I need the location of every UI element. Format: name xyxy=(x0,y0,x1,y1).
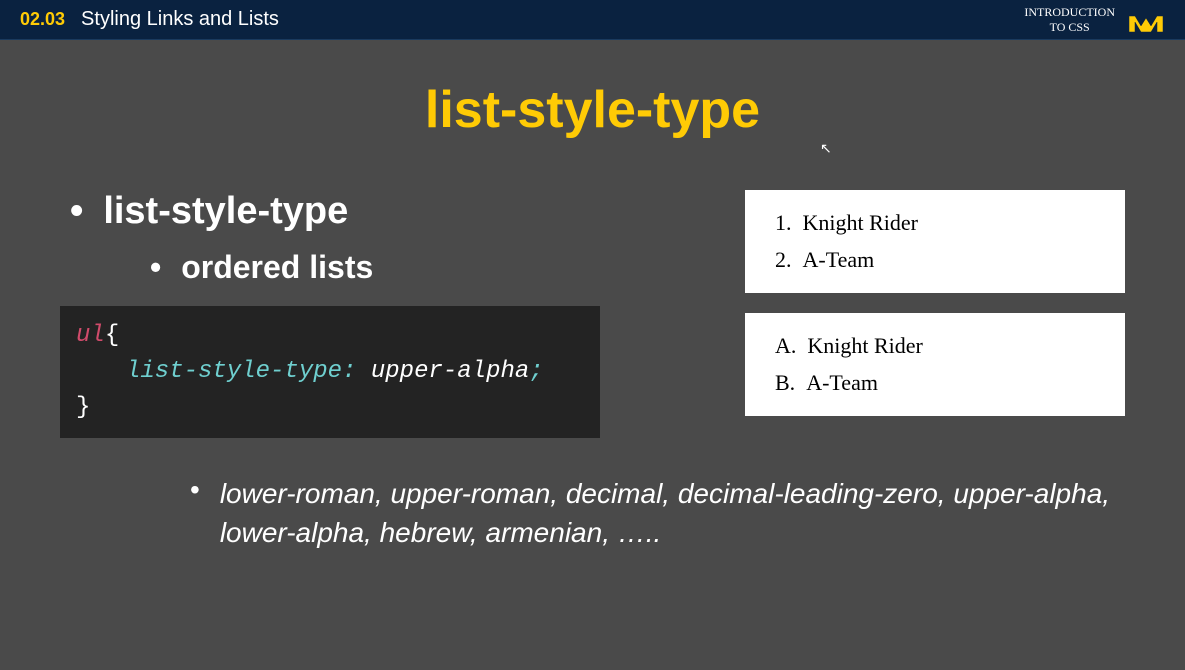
item-text: A-Team xyxy=(806,370,878,395)
list-item: A. Knight Rider xyxy=(775,327,1105,364)
course-line2: TO CSS xyxy=(1024,20,1115,34)
code-block: ul{ list-style-type: upper-alpha; } xyxy=(60,306,600,438)
michigan-logo-icon xyxy=(1127,6,1165,34)
cursor-icon: ↖ xyxy=(820,140,832,157)
code-value: upper-alpha xyxy=(371,358,529,385)
example-decimal: 1. Knight Rider 2. A-Team xyxy=(745,190,1125,293)
item-marker: 2. xyxy=(775,247,792,272)
item-marker: B. xyxy=(775,370,795,395)
slide-title: list-style-type xyxy=(60,80,1125,140)
slide-content: list-style-type list-style-type ordered … xyxy=(0,80,1185,552)
example-upper-alpha: A. Knight Rider B. A-Team xyxy=(745,313,1125,416)
item-text: A-Team xyxy=(803,247,875,272)
item-marker: A. xyxy=(775,333,796,358)
header: 02.03 Styling Links and Lists INTRODUCTI… xyxy=(0,0,1185,40)
code-selector: ul xyxy=(76,322,105,349)
values-row: • lower-roman, upper-roman, decimal, dec… xyxy=(190,474,1125,552)
item-marker: 1. xyxy=(775,210,792,235)
list-item: 2. A-Team xyxy=(775,241,1105,278)
code-brace-open: { xyxy=(105,322,119,349)
code-property: list-style-type: upper-alpha; xyxy=(126,358,544,385)
values-bullet-icon: • xyxy=(190,474,200,506)
course-line1: INTRODUCTION xyxy=(1024,5,1115,19)
item-text: Knight Rider xyxy=(803,210,919,235)
values-text: lower-roman, upper-roman, decimal, decim… xyxy=(220,474,1125,552)
bullet-main-text: list-style-type xyxy=(103,190,348,233)
bullet-sub-text: ordered lists xyxy=(181,249,373,286)
code-brace-close: } xyxy=(76,394,90,421)
item-text: Knight Rider xyxy=(807,333,923,358)
list-item: B. A-Team xyxy=(775,364,1105,401)
course-label: INTRODUCTION TO CSS xyxy=(1024,5,1115,34)
header-right: INTRODUCTION TO CSS xyxy=(1024,5,1165,34)
lesson-number: 02.03 xyxy=(20,9,65,30)
lesson-title: Styling Links and Lists xyxy=(81,8,279,31)
bullet-sub: ordered lists xyxy=(150,249,715,286)
header-left: 02.03 Styling Links and Lists xyxy=(20,8,279,31)
left-column: list-style-type ordered lists ul{ list-s… xyxy=(60,190,715,438)
list-item: 1. Knight Rider xyxy=(775,204,1105,241)
content-row: list-style-type ordered lists ul{ list-s… xyxy=(60,190,1125,438)
right-column: 1. Knight Rider 2. A-Team A. Knight Ride… xyxy=(745,190,1125,438)
bullet-main: list-style-type xyxy=(60,190,715,233)
